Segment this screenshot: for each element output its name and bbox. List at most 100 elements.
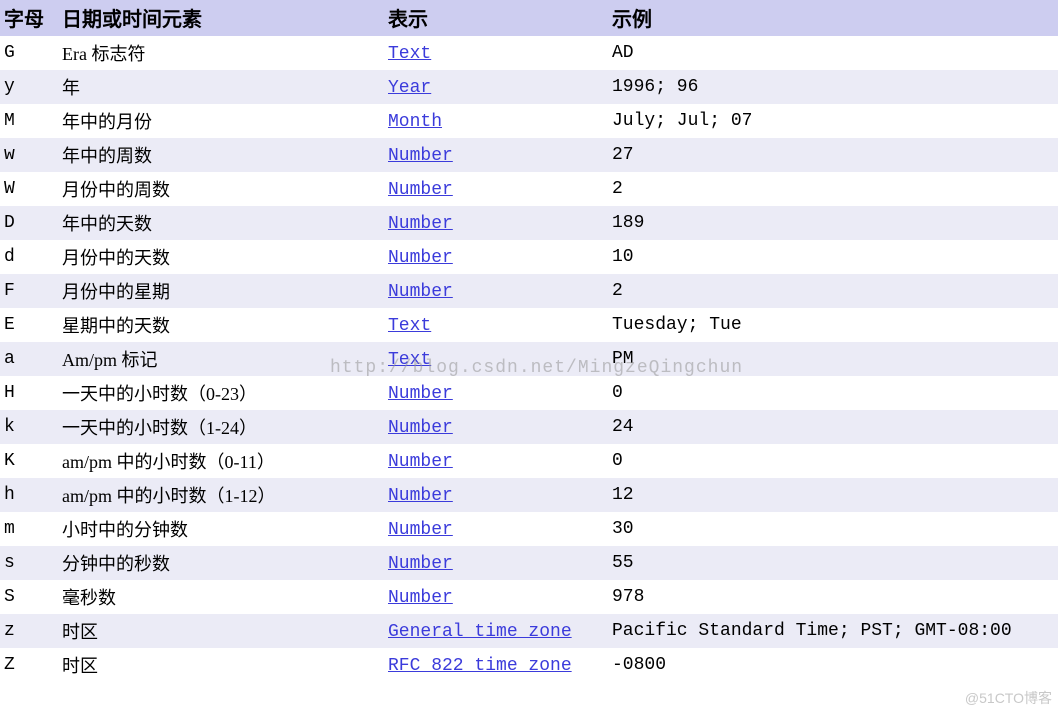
cell-letter: E [0,308,58,342]
repr-link[interactable]: Text [388,316,431,336]
table-row: F月份中的星期Number2 [0,274,1058,308]
repr-link[interactable]: Number [388,588,453,608]
cell-letter: H [0,376,58,410]
repr-link[interactable]: Number [388,282,453,302]
cell-example: PM [608,342,1058,376]
table-row: s分钟中的秒数Number 55 [0,546,1058,580]
repr-link[interactable]: Number [388,486,453,506]
repr-link[interactable]: Number [388,180,453,200]
cell-repr: Text [384,308,608,342]
header-desc: 日期或时间元素 [58,0,384,36]
cell-example: 24 [608,410,1058,444]
repr-link[interactable]: Number [388,452,453,472]
cell-example: -0800 [608,648,1058,682]
repr-link[interactable]: Number [388,384,453,404]
repr-link[interactable]: Number [388,248,453,268]
repr-link[interactable]: Number [388,554,453,574]
cell-letter: h [0,478,58,512]
cell-example: Pacific Standard Time; PST; GMT-08:00 [608,614,1058,648]
cell-desc: 一天中的小时数（0-23） [58,376,384,410]
cell-letter: z [0,614,58,648]
table-row: GEra 标志符Text AD [0,36,1058,70]
repr-link[interactable]: General time zone [388,622,572,642]
date-pattern-table: 字母 日期或时间元素 表示 示例 GEra 标志符TextADy年Year199… [0,0,1058,682]
cell-letter: y [0,70,58,104]
cell-letter: G [0,36,58,70]
header-example: 示例 [608,0,1058,36]
table-row: w年中的周数Number 27 [0,138,1058,172]
cell-desc: 年中的天数 [58,206,384,240]
cell-desc: 年 [58,70,384,104]
cell-letter: w [0,138,58,172]
table-row: m小时中的分钟数Number 30 [0,512,1058,546]
table-row: z时区General time zonePacific Standard Tim… [0,614,1058,648]
cell-repr: General time zone [384,614,608,648]
cell-desc: 月份中的天数 [58,240,384,274]
repr-link[interactable]: RFC 822 time zone [388,656,572,676]
cell-letter: d [0,240,58,274]
cell-letter: M [0,104,58,138]
cell-example: AD [608,36,1058,70]
cell-repr: Text [384,36,608,70]
cell-repr: Number [384,580,608,614]
header-repr: 表示 [384,0,608,36]
repr-link[interactable]: Text [388,350,431,370]
cell-repr: Number [384,206,608,240]
cell-repr: Number [384,376,608,410]
cell-example: 978 [608,580,1058,614]
cell-repr: Text [384,342,608,376]
cell-desc: 星期中的天数 [58,308,384,342]
cell-letter: a [0,342,58,376]
cell-desc: 年中的周数 [58,138,384,172]
cell-letter: W [0,172,58,206]
cell-example: 0 [608,444,1058,478]
cell-desc: 小时中的分钟数 [58,512,384,546]
table-row: W月份中的周数Number 2 [0,172,1058,206]
table-row: E星期中的天数Text Tuesday; Tue [0,308,1058,342]
cell-desc: 时区 [58,648,384,682]
cell-desc: Am/pm 标记 [58,342,384,376]
cell-desc: am/pm 中的小时数（0-11） [58,444,384,478]
footer-attribution: @51CTO博客 [965,688,1052,708]
cell-example: 30 [608,512,1058,546]
header-letter: 字母 [0,0,58,36]
repr-link[interactable]: Number [388,520,453,540]
cell-example: 12 [608,478,1058,512]
cell-repr: Number [384,478,608,512]
cell-desc: 毫秒数 [58,580,384,614]
cell-letter: k [0,410,58,444]
cell-example: 189 [608,206,1058,240]
cell-example: July; Jul; 07 [608,104,1058,138]
cell-letter: s [0,546,58,580]
table-row: M年中的月份MonthJuly; Jul; 07 [0,104,1058,138]
repr-link[interactable]: Number [388,146,453,166]
cell-example: 2 [608,172,1058,206]
table-row: ham/pm 中的小时数（1-12）Number 12 [0,478,1058,512]
cell-repr: Number [384,546,608,580]
repr-link[interactable]: Year [388,78,431,98]
cell-repr: Number [384,410,608,444]
repr-link[interactable]: Number [388,214,453,234]
table-row: k一天中的小时数（1-24）Number24 [0,410,1058,444]
cell-example: 10 [608,240,1058,274]
table-row: d月份中的天数Number 10 [0,240,1058,274]
table-row: y年Year1996; 96 [0,70,1058,104]
cell-letter: Z [0,648,58,682]
cell-letter: m [0,512,58,546]
cell-example: Tuesday; Tue [608,308,1058,342]
cell-example: 27 [608,138,1058,172]
repr-link[interactable]: Month [388,112,442,132]
repr-link[interactable]: Text [388,44,431,64]
cell-example: 55 [608,546,1058,580]
cell-desc: am/pm 中的小时数（1-12） [58,478,384,512]
cell-desc: 分钟中的秒数 [58,546,384,580]
repr-link[interactable]: Number [388,418,453,438]
cell-repr: Month [384,104,608,138]
cell-desc: 月份中的周数 [58,172,384,206]
cell-desc: Era 标志符 [58,36,384,70]
table-row: S毫秒数Number978 [0,580,1058,614]
table-row: Kam/pm 中的小时数（0-11）Number0 [0,444,1058,478]
cell-repr: Number [384,138,608,172]
cell-repr: Number [384,172,608,206]
cell-repr: Number [384,274,608,308]
